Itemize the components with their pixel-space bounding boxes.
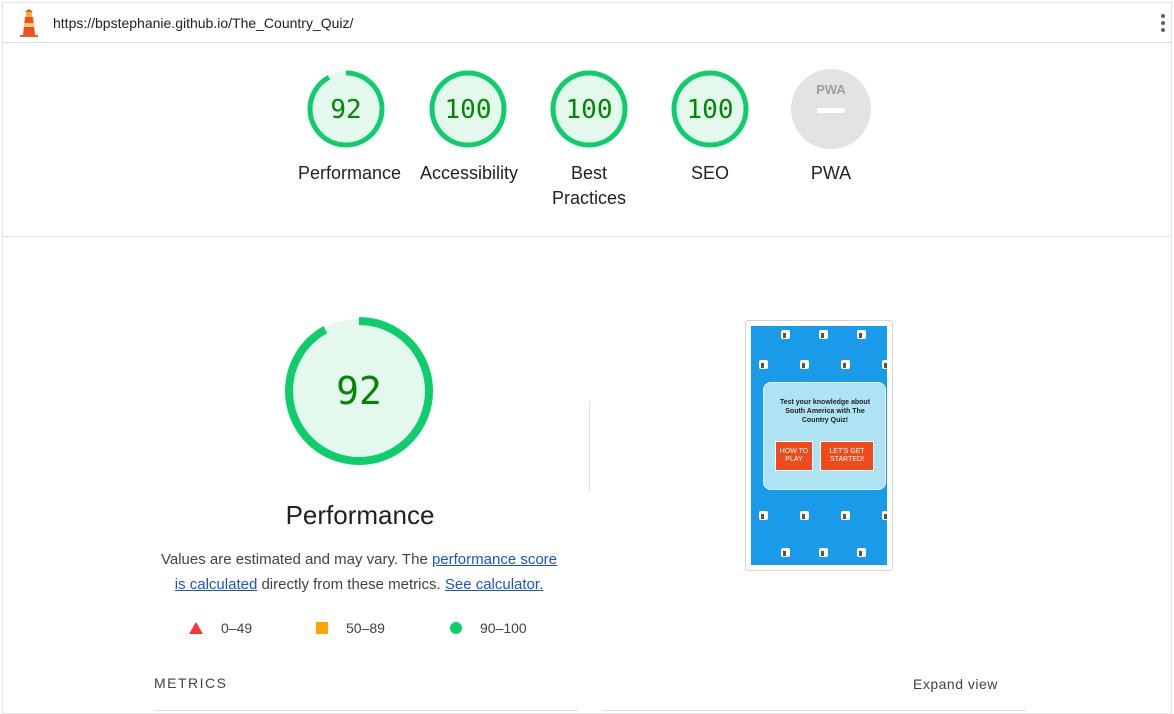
gauge-label: Performance xyxy=(298,163,402,183)
dog-pattern-icon xyxy=(800,511,809,520)
dog-pattern-icon xyxy=(819,548,828,557)
dog-pattern-icon xyxy=(841,511,850,520)
screenshot-image: Test your knowledge about South America … xyxy=(751,326,887,565)
gauge-accessibility[interactable]: 100 Accessibility xyxy=(420,67,519,186)
dog-pattern-icon xyxy=(882,360,887,369)
gauge-performance[interactable]: 92 Performance xyxy=(298,67,402,186)
lighthouse-logo-icon xyxy=(20,9,38,37)
metrics-divider xyxy=(602,710,1026,711)
dog-pattern-icon xyxy=(781,548,790,557)
gauge-ring: 92 xyxy=(307,70,385,148)
final-screenshot[interactable]: Test your knowledge about South America … xyxy=(745,320,893,571)
performance-score: 92 xyxy=(336,369,382,413)
how-to-play-button: HOW TO PLAY xyxy=(775,441,813,471)
gauge-label: PWA xyxy=(810,163,852,183)
gauge-ring: 100 xyxy=(429,70,507,148)
gauge-label: Accessibility xyxy=(420,163,519,183)
see-calculator-link[interactable]: See calculator. xyxy=(445,576,543,593)
dog-pattern-icon xyxy=(841,360,850,369)
vertical-divider xyxy=(589,401,590,491)
legend-average: 50–89 xyxy=(316,620,385,636)
gauge-score: 100 xyxy=(687,95,734,125)
triangle-icon xyxy=(189,622,203,634)
gauge-score: 100 xyxy=(445,95,492,125)
description-text: Values are estimated and may vary. The xyxy=(160,551,432,568)
legend-fail: 0–49 xyxy=(189,620,252,636)
pwa-badge-text: PWA xyxy=(816,82,846,97)
gauge-label: Best Practices xyxy=(551,163,627,208)
gauge-score: 92 xyxy=(330,95,361,125)
dog-pattern-icon xyxy=(781,330,790,339)
dog-pattern-icon xyxy=(857,330,866,339)
dog-pattern-icon xyxy=(759,511,768,520)
dog-pattern-icon xyxy=(800,360,809,369)
more-options-icon[interactable] xyxy=(1160,14,1166,34)
dog-pattern-icon xyxy=(759,360,768,369)
legend-label: 90–100 xyxy=(480,620,527,636)
legend-label: 50–89 xyxy=(346,620,385,636)
gauge-pwa[interactable]: PWA PWA xyxy=(783,67,879,186)
performance-description: Values are estimated and may vary. The p… xyxy=(154,547,564,597)
pwa-badge-icon: PWA xyxy=(791,69,871,149)
performance-title: Performance xyxy=(285,500,435,530)
metrics-heading: METRICS xyxy=(154,675,228,691)
page-url: https://bpstephanie.github.io/The_Countr… xyxy=(53,15,354,31)
gauge-ring: 100 xyxy=(671,70,749,148)
dog-pattern-icon xyxy=(819,330,828,339)
quiz-card-text: Test your knowledge about South America … xyxy=(779,399,871,424)
score-summary: 92 Performance 100 Accessibility 100 Bes… xyxy=(3,43,1171,237)
gauge-best-practices[interactable]: 100 Best Practices xyxy=(541,67,637,211)
gauge-ring: 100 xyxy=(550,70,628,148)
legend-pass: 90–100 xyxy=(450,620,527,636)
quiz-card: Test your knowledge about South America … xyxy=(763,382,886,490)
dog-pattern-icon xyxy=(857,548,866,557)
gauge-label: SEO xyxy=(690,163,729,183)
description-text: directly from these metrics. xyxy=(257,576,445,593)
gauge-seo[interactable]: 100 SEO xyxy=(662,67,758,186)
circle-icon xyxy=(450,622,462,634)
dog-pattern-icon xyxy=(882,511,887,520)
top-bar: https://bpstephanie.github.io/The_Countr… xyxy=(3,3,1171,43)
gauge-score: 100 xyxy=(566,95,613,125)
square-icon xyxy=(316,622,328,634)
metrics-divider xyxy=(154,710,578,711)
get-started-button: LET'S GET STARTED! xyxy=(820,441,874,471)
legend-label: 0–49 xyxy=(221,620,253,636)
performance-gauge: 92 xyxy=(285,317,433,465)
expand-view-toggle[interactable]: Expand view xyxy=(913,676,998,692)
